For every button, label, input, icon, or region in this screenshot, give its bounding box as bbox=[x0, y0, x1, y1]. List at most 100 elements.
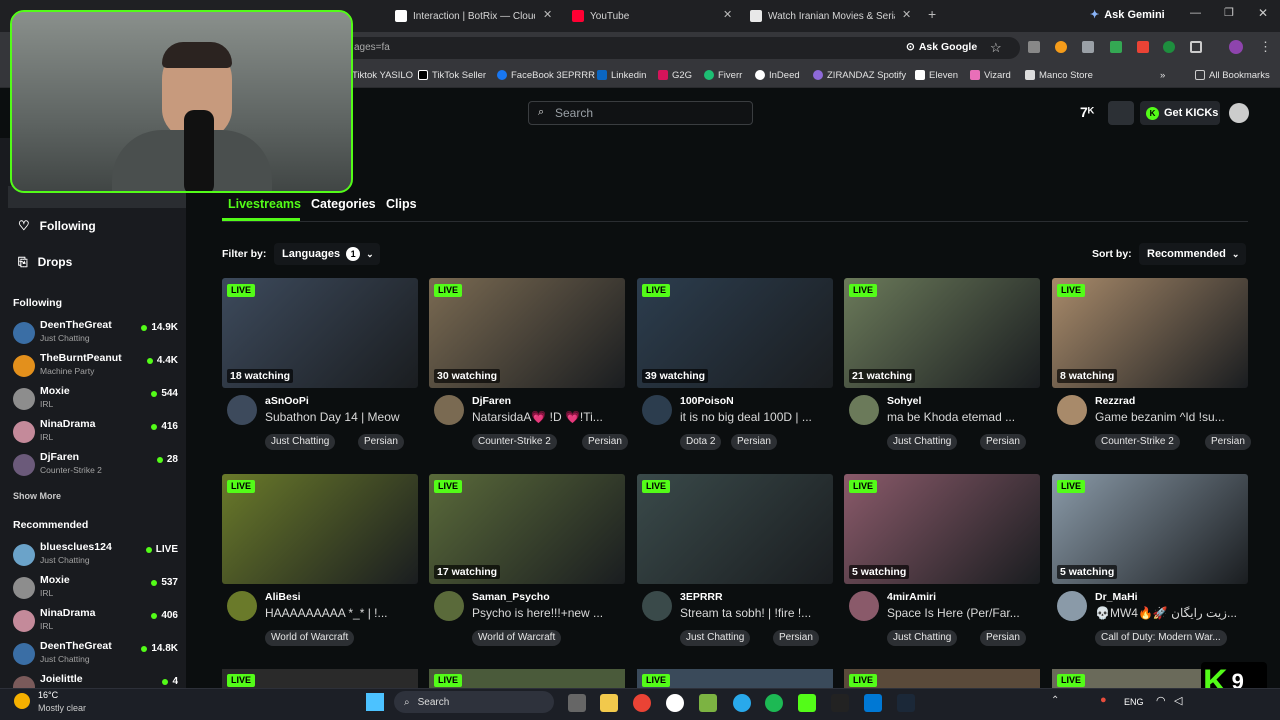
bookmark-item[interactable]: FaceBook 3EPRRR bbox=[497, 68, 595, 82]
taskbar-search[interactable]: ⌕ Search bbox=[394, 691, 554, 713]
tag-chip[interactable]: Just Chatting bbox=[680, 630, 751, 646]
stream-title[interactable]: Stream ta sobh! | !fire !... bbox=[680, 606, 830, 620]
channel-name[interactable]: Dr_MaHi bbox=[1095, 591, 1138, 603]
mic-icon[interactable]: ● bbox=[1100, 694, 1107, 706]
volume-icon[interactable]: ◁ bbox=[1174, 694, 1182, 707]
search-input[interactable]: Search bbox=[528, 101, 753, 125]
wifi-icon[interactable]: ◠ bbox=[1156, 694, 1166, 707]
channel-name[interactable]: 4mirAmiri bbox=[887, 591, 936, 603]
sidebar-channel[interactable]: TheBurntPeanut Machine Party 4.4K bbox=[13, 352, 183, 382]
avatar[interactable] bbox=[434, 395, 464, 425]
avatar[interactable] bbox=[849, 395, 879, 425]
sidebar-channel[interactable]: DeenTheGreat Just Chatting 14.8K bbox=[13, 640, 183, 670]
sidebar-channel[interactable]: Moxie IRL 544 bbox=[13, 385, 183, 415]
tag-chip[interactable]: Counter-Strike 2 bbox=[472, 434, 557, 450]
tag-chip[interactable]: Persian bbox=[582, 434, 628, 450]
tag-chip[interactable]: Dota 2 bbox=[680, 434, 722, 450]
menu-kebab-icon[interactable]: ⋮ bbox=[1259, 39, 1272, 55]
avatar[interactable] bbox=[642, 591, 672, 621]
stream-thumbnail[interactable]: LIVE bbox=[637, 669, 833, 688]
user-avatar[interactable] bbox=[1229, 103, 1249, 123]
all-bookmarks[interactable]: All Bookmarks bbox=[1195, 68, 1270, 82]
language-indicator[interactable]: ENG bbox=[1124, 697, 1144, 707]
extensions-puzzle-icon[interactable] bbox=[1190, 41, 1202, 53]
profile-avatar[interactable] bbox=[1229, 40, 1243, 54]
sidebar-item-drops[interactable]: ⎘ Drops bbox=[18, 253, 72, 271]
tag-chip[interactable]: Persian bbox=[1205, 434, 1251, 450]
extension-icon[interactable] bbox=[1055, 41, 1067, 53]
weather-temp[interactable]: 16°C bbox=[38, 690, 58, 700]
tab-botrix[interactable]: Interaction | BotRix — Cloud St bbox=[395, 4, 535, 28]
avatar[interactable] bbox=[434, 591, 464, 621]
avatar[interactable] bbox=[227, 591, 257, 621]
tag-chip[interactable]: Just Chatting bbox=[887, 630, 958, 646]
stream-card[interactable]: LIVE 5 watching 4mirAmiri Space Is Here (Pe… bbox=[844, 474, 1040, 654]
extension-icon[interactable] bbox=[1163, 41, 1175, 53]
avatar[interactable] bbox=[849, 591, 879, 621]
task-view-icon[interactable] bbox=[568, 694, 586, 712]
file-explorer-icon[interactable] bbox=[600, 694, 618, 712]
bookmark-item[interactable]: InDeed bbox=[755, 68, 800, 82]
layout-toggle-icon[interactable] bbox=[1108, 101, 1134, 125]
tag-chip[interactable]: Just Chatting bbox=[265, 434, 336, 450]
stream-card[interactable]: LIVE 39 watching 100PoisoN it is no big dea… bbox=[637, 278, 833, 458]
channel-name[interactable]: Sohyel bbox=[887, 395, 921, 407]
steam-icon[interactable] bbox=[897, 694, 915, 712]
tab-clips[interactable]: Clips bbox=[386, 197, 417, 211]
telegram-icon[interactable] bbox=[733, 694, 751, 712]
sort-dropdown[interactable]: Recommended ⌄ bbox=[1139, 243, 1246, 265]
tag-chip[interactable]: Persian bbox=[980, 434, 1026, 450]
sidebar-channel[interactable]: Joielittle 4 bbox=[13, 673, 183, 688]
spotify-icon[interactable] bbox=[765, 694, 783, 712]
sidebar-channel[interactable]: DjFaren Counter-Strike 2 28 bbox=[13, 451, 183, 481]
tag-chip[interactable]: Persian bbox=[731, 434, 777, 450]
close-tab-icon[interactable]: ✕ bbox=[723, 8, 732, 21]
kick-app-icon[interactable] bbox=[798, 694, 816, 712]
stream-card[interactable]: LIVE 8 watching Rezzrad Game bezanim ^Id !s… bbox=[1052, 278, 1251, 458]
extension-icon[interactable] bbox=[1110, 41, 1122, 53]
get-kicks-button[interactable]: K Get KICKs bbox=[1140, 101, 1220, 125]
sidebar-channel[interactable]: NinaDrama IRL 416 bbox=[13, 418, 183, 448]
channel-name[interactable]: aSnOoPi bbox=[265, 395, 309, 407]
avatar[interactable] bbox=[227, 395, 257, 425]
stream-thumbnail[interactable]: LIVE bbox=[844, 669, 1040, 688]
vscode-icon[interactable] bbox=[864, 694, 882, 712]
tag-chip[interactable]: Persian bbox=[980, 630, 1026, 646]
tag-chip[interactable]: Counter-Strike 2 bbox=[1095, 434, 1180, 450]
new-tab-icon[interactable]: + bbox=[928, 6, 936, 22]
bookmark-item[interactable]: Linkedin bbox=[597, 68, 646, 82]
app-icon[interactable] bbox=[699, 694, 717, 712]
stream-thumbnail[interactable]: LIVE bbox=[429, 669, 625, 688]
tab-livestreams[interactable]: Livestreams bbox=[228, 197, 301, 211]
bookmark-item[interactable]: Tiktok YASILO bbox=[352, 68, 413, 82]
close-tab-icon[interactable]: ✕ bbox=[543, 8, 552, 21]
tag-chip[interactable]: Persian bbox=[358, 434, 404, 450]
channel-name[interactable]: AliBesi bbox=[265, 591, 301, 603]
avatar[interactable] bbox=[1057, 395, 1087, 425]
windows-start-icon[interactable] bbox=[366, 693, 384, 711]
channel-name[interactable]: 3EPRRR bbox=[680, 591, 723, 603]
stream-title[interactable]: HAAAAAAAAA *_* | !... bbox=[265, 606, 415, 620]
channel-name[interactable]: Rezzrad bbox=[1095, 395, 1135, 407]
stream-title[interactable]: it is no big deal 100D | ... bbox=[680, 410, 830, 424]
close-window-icon[interactable]: ✕ bbox=[1258, 6, 1268, 20]
close-tab-icon[interactable]: ✕ bbox=[902, 8, 911, 21]
sidebar-channel[interactable]: Moxie IRL 537 bbox=[13, 574, 183, 604]
stream-card[interactable]: LIVE 18 watching aSnOoPi Subathon Day 14 | … bbox=[222, 278, 418, 458]
stream-title[interactable]: Psycho is here!!!+new ... bbox=[472, 606, 622, 620]
stream-card[interactable]: LIVE AliBesi HAAAAAAAAA *_* | !... World of… bbox=[222, 474, 418, 654]
tray-chevron-icon[interactable]: ⌃ bbox=[1051, 695, 1059, 706]
stream-card[interactable]: LIVE 5 watching Dr_MaHi 💀MW4🔥🚀 زیت رایگان..… bbox=[1052, 474, 1248, 654]
tag-chip[interactable]: World of Warcraft bbox=[472, 630, 562, 646]
stream-title[interactable]: NatarsidaA💗 !D 💗!Ti... bbox=[472, 410, 622, 424]
ask-gemini-button[interactable]: ✦ Ask Gemini bbox=[1090, 8, 1165, 22]
stream-card[interactable]: LIVE 21 watching Sohyel ma be Khoda etemad … bbox=[844, 278, 1040, 458]
sidebar-channel[interactable]: NinaDrama IRL 406 bbox=[13, 607, 183, 637]
bookmark-star-icon[interactable]: ☆ bbox=[990, 40, 1002, 56]
stream-card[interactable]: LIVE 17 watching Saman_Psycho Psycho is her… bbox=[429, 474, 625, 654]
extension-icon[interactable] bbox=[1028, 41, 1040, 53]
languages-filter-dropdown[interactable]: Languages 1 ⌄ bbox=[274, 243, 380, 265]
bookmark-item[interactable]: Eleven bbox=[915, 68, 958, 82]
bookmark-item[interactable]: Vizard bbox=[970, 68, 1011, 82]
sidebar-channel[interactable]: bluesclues124 Just Chatting LIVE bbox=[13, 541, 183, 571]
